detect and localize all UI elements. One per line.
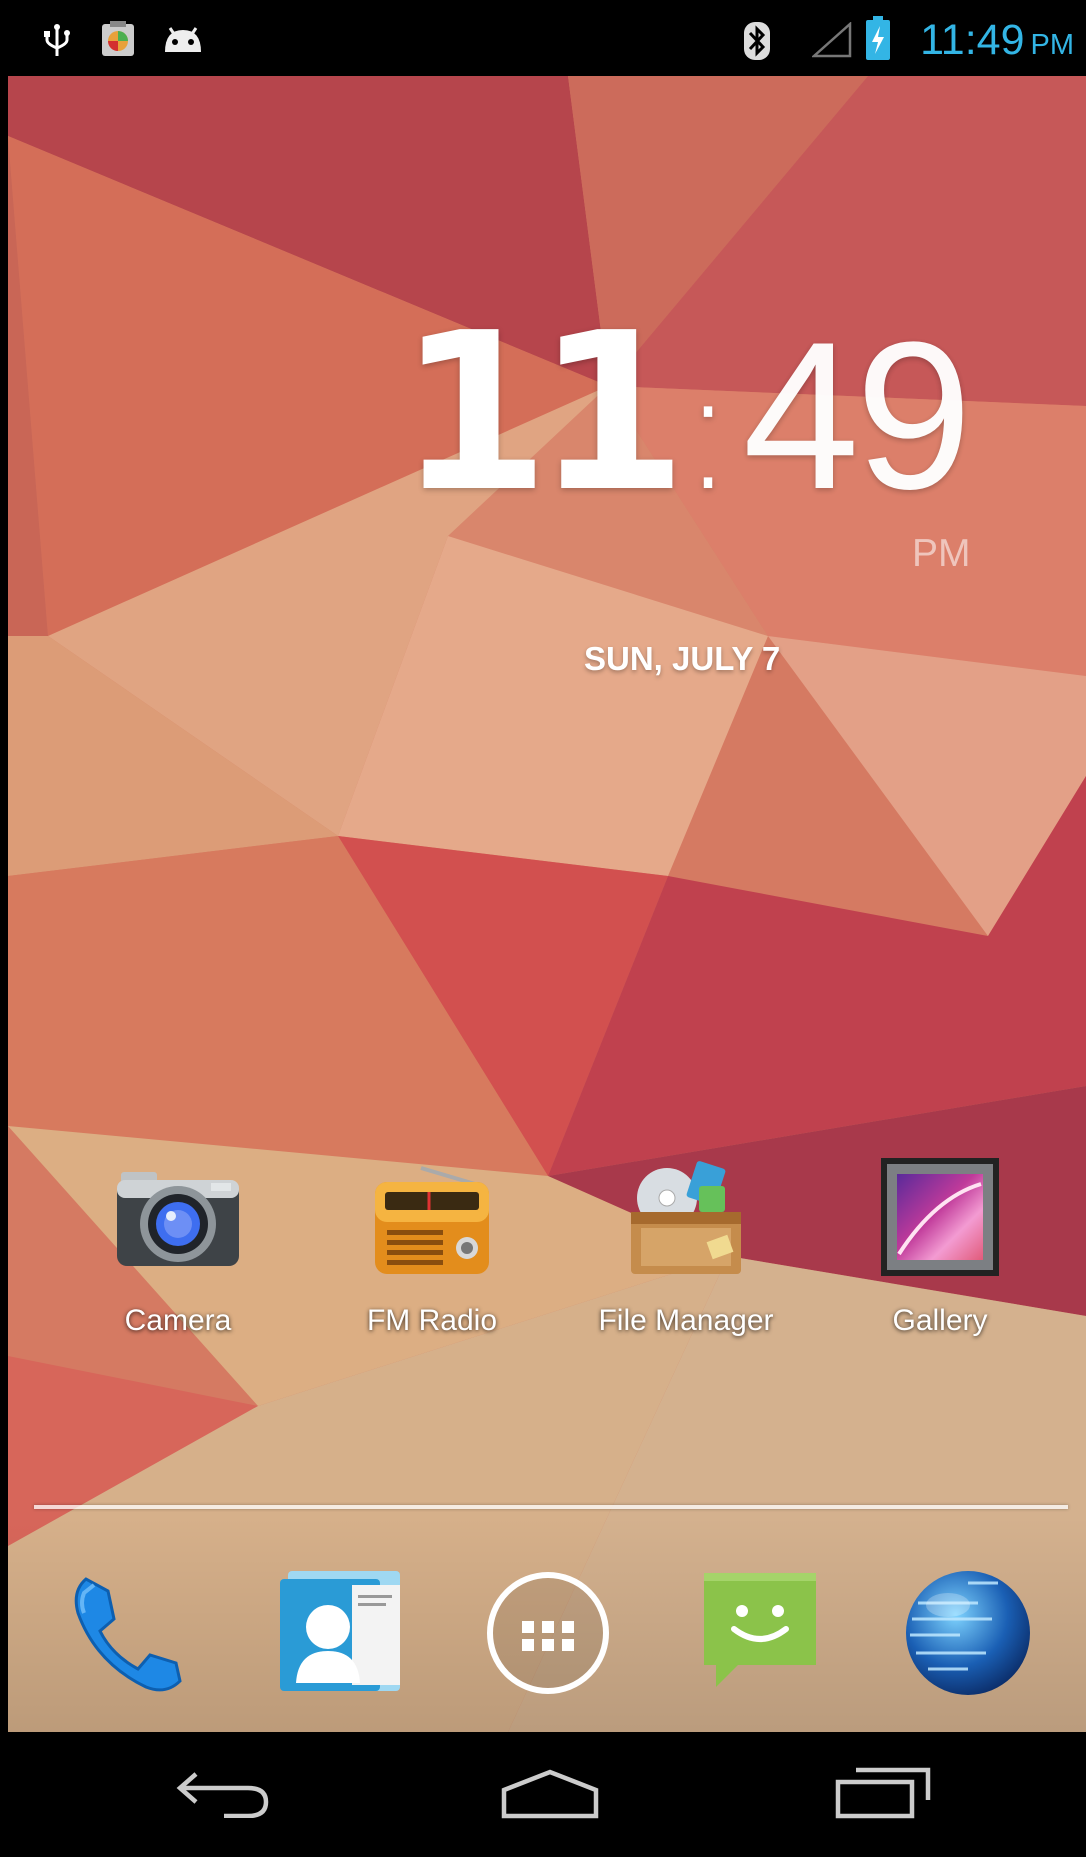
- notification-app-icon: [101, 21, 135, 62]
- clock-minutes: 49: [742, 298, 973, 533]
- bluetooth-icon: [744, 22, 770, 65]
- home-icon[interactable]: [500, 1768, 600, 1825]
- gallery-icon: [875, 1158, 1005, 1278]
- wallpaper[interactable]: 11:49 PM SUN, JULY 7 Camera FM Radio Fil…: [8, 76, 1086, 1732]
- file-manager-icon: [621, 1158, 751, 1278]
- status-bar[interactable]: 11:49 PM: [0, 0, 1086, 76]
- app-camera[interactable]: Camera: [68, 1158, 288, 1338]
- browser-icon[interactable]: [898, 1563, 1038, 1703]
- messaging-icon[interactable]: [690, 1563, 830, 1703]
- app-label: FM Radio: [366, 1304, 498, 1337]
- battery-charging-icon: [866, 16, 890, 65]
- signal-icon: [810, 21, 852, 63]
- dock-divider: [34, 1505, 1068, 1509]
- app-label: Camera: [124, 1304, 232, 1337]
- contacts-icon[interactable]: [270, 1563, 410, 1703]
- back-icon[interactable]: [176, 1764, 272, 1823]
- status-clock: 11:49 PM: [920, 16, 1074, 65]
- clock-widget[interactable]: 11:49: [398, 305, 972, 530]
- camera-icon: [113, 1158, 243, 1278]
- usb-icon: [42, 22, 72, 63]
- clock-hours: 11: [398, 287, 687, 540]
- phone-icon[interactable]: [58, 1563, 198, 1703]
- clock-ampm: PM: [912, 532, 971, 575]
- app-file-manager[interactable]: File Manager: [576, 1158, 796, 1338]
- clock-colon: :: [679, 331, 737, 529]
- app-label: File Manager: [598, 1304, 774, 1337]
- recent-apps-icon[interactable]: [834, 1766, 932, 1825]
- navigation-bar: [0, 1732, 1086, 1857]
- clock-date: SUN, JULY 7: [584, 640, 781, 677]
- status-time: 11:49: [920, 16, 1025, 64]
- app-drawer-icon[interactable]: [478, 1563, 618, 1703]
- status-ampm: PM: [1030, 29, 1075, 61]
- radio-icon: [367, 1158, 497, 1278]
- home-screen: 11:49 PM 11:49 PM SUN, JULY 7 Camera FM …: [0, 0, 1086, 1857]
- app-label: Gallery: [892, 1304, 988, 1337]
- app-fm-radio[interactable]: FM Radio: [322, 1158, 542, 1338]
- android-icon: [162, 26, 204, 59]
- app-gallery[interactable]: Gallery: [830, 1158, 1050, 1338]
